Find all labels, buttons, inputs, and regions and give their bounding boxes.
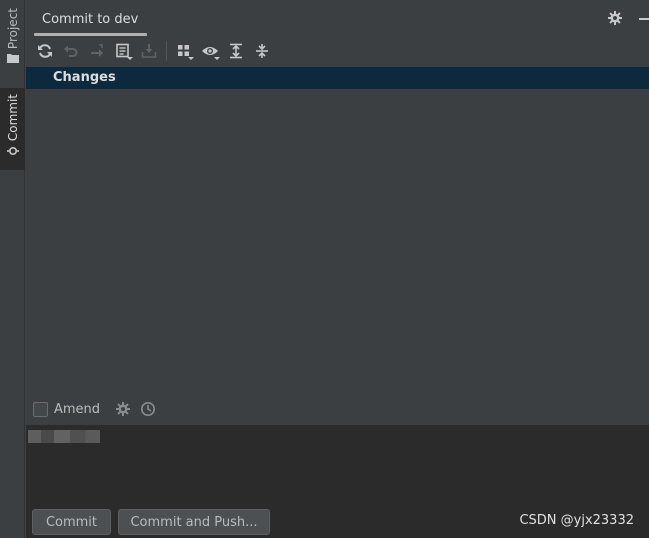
expand-all-icon[interactable] (223, 39, 249, 63)
collapse-all-icon[interactable] (249, 39, 275, 63)
commit-button[interactable]: Commit (32, 509, 111, 535)
commit-actions-bar: Commit Commit and Push... CSDN @yjx23332 (26, 505, 649, 538)
redacted-message-text (28, 430, 100, 443)
toolbar-separator (166, 40, 167, 61)
changes-toolbar (26, 36, 649, 65)
view-options-icon[interactable] (197, 39, 223, 63)
rollback-icon[interactable] (58, 39, 84, 63)
amend-checkbox[interactable] (33, 401, 48, 417)
chevron-down-icon (214, 56, 220, 60)
sidebar-tab-project[interactable]: Project (0, 4, 25, 76)
commit-options-gear-icon[interactable] (116, 402, 131, 416)
move-changes-icon[interactable] (84, 39, 110, 63)
tool-window-title: Commit to dev (42, 12, 139, 27)
changes-node[interactable]: Changes (26, 67, 649, 89)
shelve-icon[interactable] (136, 39, 162, 63)
commit-message-history-clock-icon[interactable] (140, 401, 156, 417)
minimize-icon[interactable] (639, 18, 649, 20)
commit-tool-window: Project Commit Commit to dev Changes Ame… (0, 0, 649, 538)
commit-message-editor[interactable] (26, 425, 649, 505)
tab-commit-to-dev[interactable]: Commit to dev (30, 6, 147, 36)
changelist-icon[interactable] (110, 39, 136, 63)
folder-icon (6, 53, 19, 64)
sidebar-tab-project-label: Project (5, 8, 20, 50)
commit-icon (6, 145, 19, 157)
amend-bar: Amend (26, 393, 649, 425)
gear-icon[interactable] (608, 11, 622, 25)
changes-node-label: Changes (53, 70, 116, 85)
sidebar-tab-commit[interactable]: Commit (0, 88, 25, 170)
commit-and-push-button[interactable]: Commit and Push... (118, 509, 270, 535)
chevron-down-icon (127, 56, 133, 60)
group-by-icon[interactable] (171, 39, 197, 63)
watermark-text: CSDN @yjx23332 (519, 513, 634, 528)
tool-window-header: Commit to dev (26, 0, 649, 36)
changes-tree[interactable] (26, 89, 649, 393)
sidebar-tab-commit-label: Commit (5, 94, 20, 142)
tool-window-strip: Project Commit (0, 0, 25, 538)
chevron-down-icon (188, 56, 194, 60)
amend-label[interactable]: Amend (54, 402, 100, 417)
refresh-icon[interactable] (32, 39, 58, 63)
